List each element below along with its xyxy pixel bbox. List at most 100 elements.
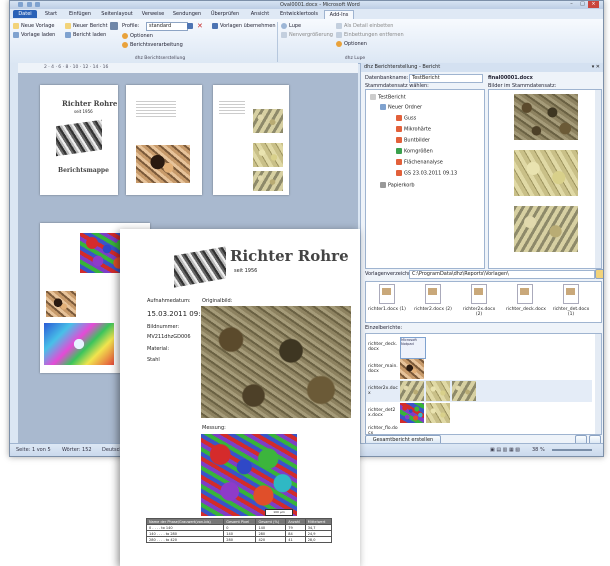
undo-icon[interactable] bbox=[35, 2, 41, 7]
group-label-report: dhz Berichtserstellung bbox=[134, 56, 186, 61]
recorded-label: Aufnahmedatum: bbox=[147, 298, 191, 304]
report-panel: dhz Berichterstellung - Bericht ▾ ✕ Date… bbox=[360, 63, 603, 445]
db-name-field[interactable]: TestBericht bbox=[409, 74, 483, 83]
document-icon bbox=[471, 284, 487, 304]
reports-scrollbar[interactable] bbox=[595, 334, 601, 434]
table-row: 280 . . . . to 420 280 420 41 28,0 bbox=[145, 536, 333, 543]
master-image-2[interactable] bbox=[514, 150, 578, 196]
tab-file[interactable]: Datei bbox=[13, 10, 37, 18]
template-dir-field[interactable]: C:\ProgramData\dhz\Reports\Vorlagen\ bbox=[409, 270, 595, 279]
measure-label: Messung: bbox=[202, 425, 226, 431]
new-template-icon bbox=[13, 22, 19, 29]
master-image-1[interactable] bbox=[514, 94, 578, 140]
maximize-button[interactable]: □ bbox=[577, 1, 588, 8]
single-report-thumb bbox=[400, 381, 424, 401]
new-report-icon bbox=[65, 22, 71, 29]
tab-mailings[interactable]: Sendungen bbox=[170, 10, 204, 18]
load-report-button[interactable]: Bericht laden bbox=[65, 31, 106, 39]
tab-add-ins[interactable]: Add-Ins bbox=[324, 10, 354, 19]
scale-bar: 100 µm bbox=[265, 509, 293, 516]
load-template-icon bbox=[13, 31, 19, 38]
ribbon-separator bbox=[277, 22, 278, 62]
report-processing-button[interactable]: Berichtsverarbeitung bbox=[122, 41, 183, 49]
report-since: seit 1956 bbox=[234, 268, 258, 274]
tree-item-gs[interactable]: GS 23.03.2011 09.13 bbox=[396, 170, 457, 177]
single-report-thumb bbox=[400, 359, 424, 379]
tab-developer[interactable]: Entwicklertools bbox=[277, 10, 321, 18]
left-vertical-ruler bbox=[10, 63, 18, 443]
material-label: Material: bbox=[147, 346, 169, 352]
options2-button[interactable]: Optionen bbox=[336, 40, 367, 48]
save-icon[interactable] bbox=[26, 2, 32, 7]
master-images[interactable] bbox=[488, 89, 602, 269]
template-item-3[interactable]: richter2x.docx (2) bbox=[460, 284, 498, 317]
page-4-rainbow-image bbox=[44, 323, 114, 365]
options-button[interactable]: Optionen bbox=[122, 32, 153, 40]
new-template-button[interactable]: Neue Vorlage bbox=[13, 22, 55, 30]
database-icon bbox=[370, 94, 376, 100]
tab-references[interactable]: Verweise bbox=[139, 10, 167, 18]
load-template-button[interactable]: Vorlage laden bbox=[13, 31, 55, 39]
delete-profile-icon[interactable]: ✕ bbox=[197, 22, 203, 30]
template-item-5[interactable]: richter_det.docx (1) bbox=[552, 284, 590, 317]
status-page[interactable]: Seite: 1 von 5 bbox=[16, 447, 51, 453]
tree-item-korngroessen[interactable]: Korngrößen bbox=[396, 148, 433, 155]
master-tree[interactable]: TestBericht Neuer Ordner Guss Mikrohärte… bbox=[365, 89, 485, 269]
zoom-level[interactable]: 38 % bbox=[532, 447, 545, 453]
save-profile-icon[interactable] bbox=[187, 22, 195, 30]
tree-item-mikrohaerte[interactable]: Mikrohärte bbox=[396, 126, 431, 133]
minimize-button[interactable]: – bbox=[566, 1, 577, 8]
tree-item-buntbilder[interactable]: Buntbilder bbox=[396, 137, 430, 144]
doc-name: final00001.docx bbox=[488, 75, 533, 81]
zoom-slider[interactable] bbox=[552, 449, 592, 451]
tree-item-guss[interactable]: Guss bbox=[396, 115, 416, 122]
title-bar: Oval0001.docx - Microsoft Word – □ × bbox=[10, 1, 603, 9]
single-reports-list[interactable]: richter_deck.docx Microsoft Notpad richt… bbox=[365, 333, 602, 435]
tree-folder[interactable]: Neuer Ordner bbox=[380, 104, 422, 111]
new-report-button[interactable]: Neuer Bericht bbox=[65, 22, 108, 30]
tab-view[interactable]: Ansicht bbox=[246, 10, 274, 18]
word-logo-icon[interactable] bbox=[18, 2, 23, 7]
tab-start[interactable]: Start bbox=[40, 10, 62, 18]
template-list[interactable]: richter1.docx (1) richter2.docx (2) rich… bbox=[365, 281, 602, 323]
report-db-icon[interactable] bbox=[110, 22, 120, 30]
single-reports-label: Einzelberichte: bbox=[365, 325, 403, 331]
tab-page-layout[interactable]: Seitenlayout bbox=[98, 10, 136, 18]
tree-root[interactable]: TestBericht bbox=[370, 94, 406, 101]
take-templates-button[interactable]: Vorlagen übernehmen bbox=[212, 22, 276, 30]
single-report-row[interactable]: richter_det2x.docx bbox=[366, 402, 592, 424]
remove-insertions-button[interactable]: Einbettungen entfernen bbox=[336, 31, 404, 39]
tab-insert[interactable]: Einfügen bbox=[65, 10, 95, 18]
single-report-row[interactable]: richter_flo.docx bbox=[366, 424, 592, 434]
tab-review[interactable]: Überprüfen bbox=[207, 10, 243, 18]
template-item-2[interactable]: richter2.docx (2) bbox=[414, 284, 452, 312]
document-icon bbox=[379, 284, 395, 304]
number-label: Bildnummer: bbox=[147, 324, 180, 330]
template-item-4[interactable]: richter_deck.docx bbox=[506, 284, 546, 312]
cover-brand: Richter Rohre bbox=[62, 99, 118, 108]
view-buttons[interactable]: ▣ ▤ ▥ ▦ ▧ bbox=[490, 447, 520, 453]
insert-detail-button[interactable]: Als Detail einbetten bbox=[336, 22, 393, 30]
status-words[interactable]: Wörter: 152 bbox=[62, 447, 92, 453]
report-icon bbox=[396, 159, 402, 165]
browse-folder-button[interactable] bbox=[595, 269, 603, 279]
template-item-1[interactable]: richter1.docx (1) bbox=[368, 284, 406, 312]
page-3-image-1 bbox=[253, 109, 283, 133]
single-report-row[interactable]: richter_main.docx bbox=[366, 358, 592, 380]
tree-trash[interactable]: Papierkorb bbox=[380, 182, 415, 189]
single-report-row[interactable]: richter2x.docx bbox=[366, 380, 592, 402]
master-image-3[interactable] bbox=[514, 206, 578, 252]
panel-close-icon[interactable]: ▾ ✕ bbox=[592, 63, 600, 72]
magnifier-button[interactable]: Lupe bbox=[281, 22, 301, 30]
profile-select[interactable]: standard bbox=[146, 22, 188, 31]
quick-access-toolbar bbox=[18, 2, 58, 8]
tree-item-flaechenanalyse[interactable]: Flächenanalyse bbox=[396, 159, 443, 166]
close-button[interactable]: × bbox=[588, 1, 599, 8]
magnifier-zoom-button[interactable]: Nenvergrößerung bbox=[281, 31, 333, 39]
images-scrollbar[interactable] bbox=[595, 90, 601, 268]
report-page: Richter Rohre seit 1956 Aufnahmedatum: 1… bbox=[120, 229, 360, 566]
single-report-row[interactable]: richter_deck.docx Microsoft Notpad bbox=[366, 336, 592, 359]
report-icon bbox=[396, 115, 402, 121]
cover-since: seit 1956 bbox=[74, 109, 93, 114]
material-value: Stahl bbox=[147, 357, 160, 363]
